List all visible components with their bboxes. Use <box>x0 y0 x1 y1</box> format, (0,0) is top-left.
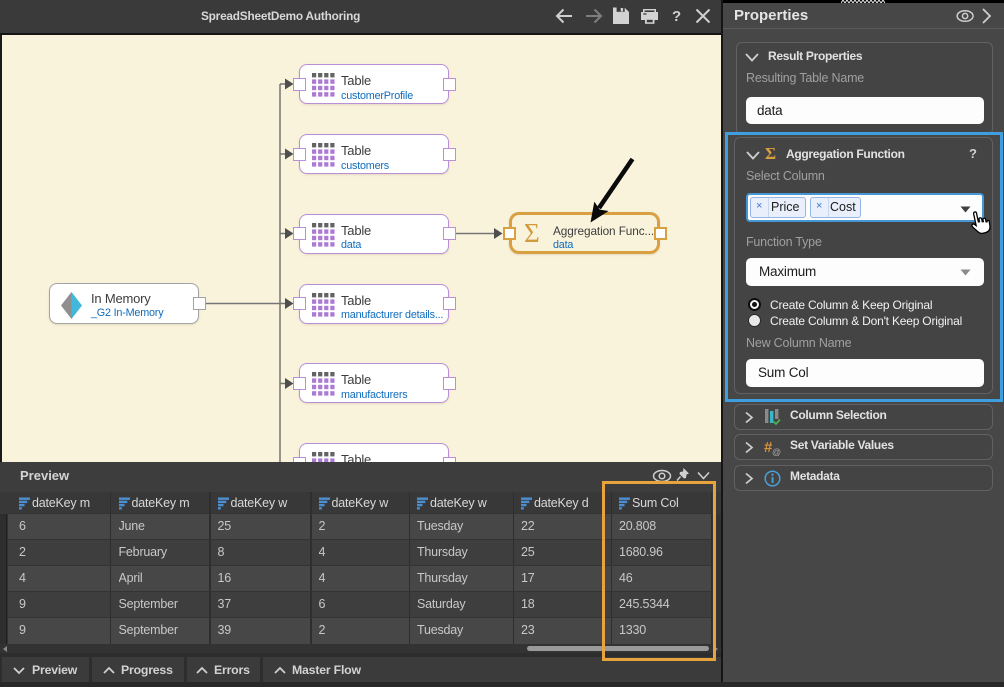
svg-text:@: @ <box>772 447 781 456</box>
